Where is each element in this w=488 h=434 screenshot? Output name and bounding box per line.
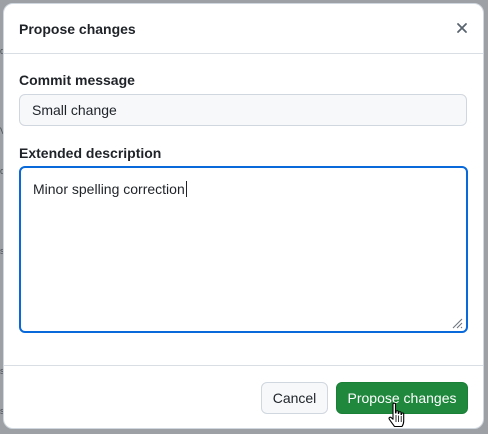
- close-icon: [457, 23, 467, 33]
- hand-pointer-cursor-icon: [388, 402, 405, 428]
- extended-description-textarea[interactable]: Minor spelling correction: [19, 166, 468, 333]
- propose-changes-dialog: Propose changes Commit message Extended …: [3, 3, 484, 429]
- text-caret: [185, 181, 187, 197]
- commit-message-label: Commit message: [19, 72, 135, 88]
- cancel-button[interactable]: Cancel: [261, 382, 328, 414]
- dialog-title: Propose changes: [19, 21, 136, 37]
- dialog-header: Propose changes: [4, 4, 483, 54]
- extended-description-text: Minor spelling correction: [33, 181, 185, 197]
- dialog-footer: Cancel Propose changes: [4, 365, 483, 428]
- commit-message-input[interactable]: [19, 94, 467, 126]
- close-button[interactable]: [451, 17, 473, 39]
- extended-description-label: Extended description: [19, 145, 162, 161]
- cancel-button-label: Cancel: [272, 390, 317, 406]
- resize-handle-icon[interactable]: [451, 317, 463, 329]
